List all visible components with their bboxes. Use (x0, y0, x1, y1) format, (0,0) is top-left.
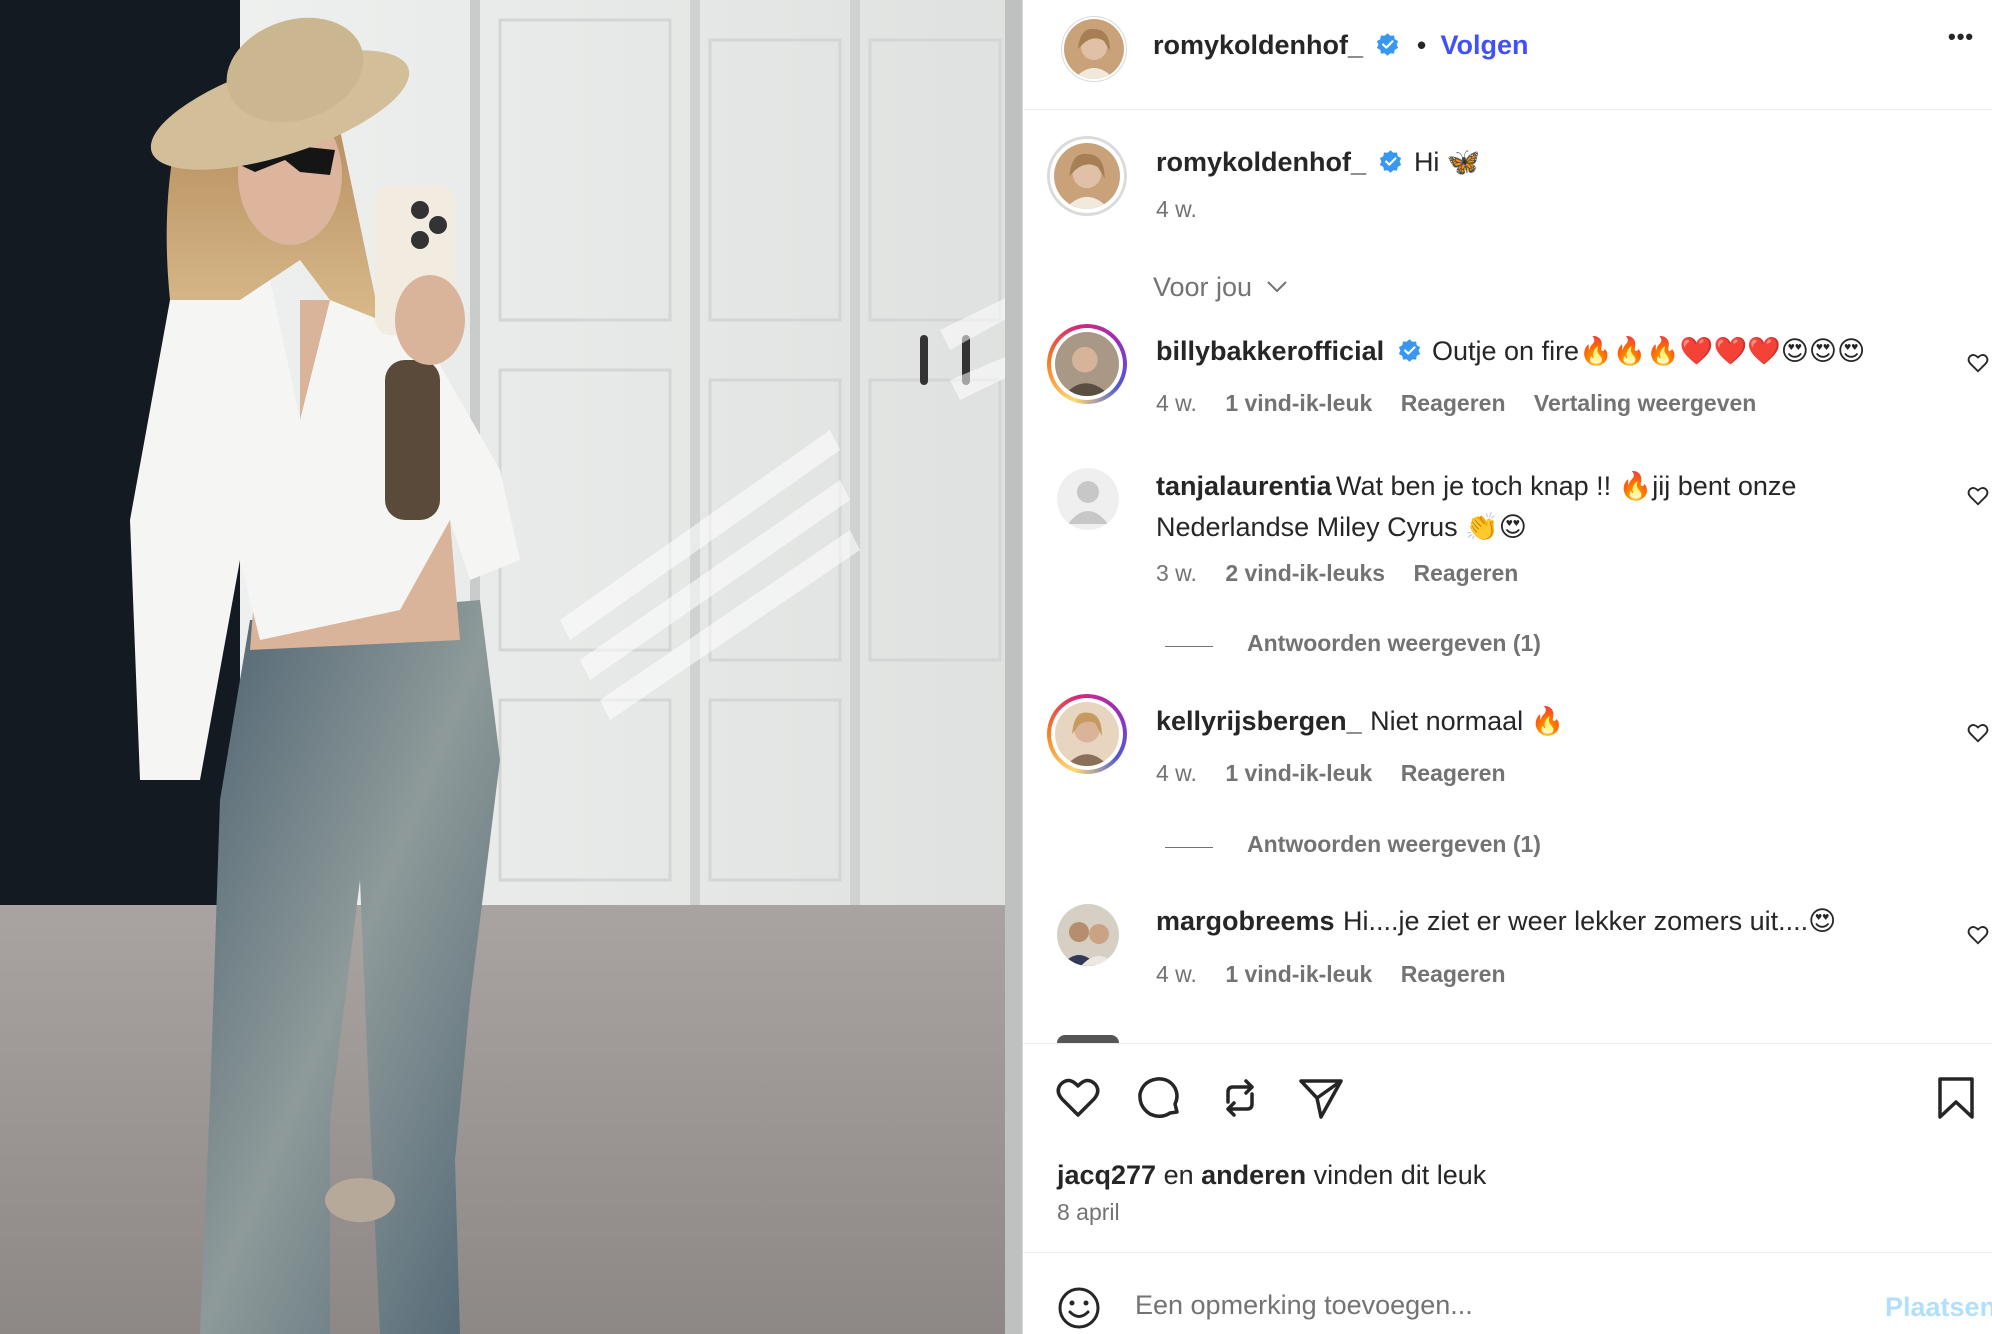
comment-like-icon[interactable] (1967, 352, 1989, 374)
comment-time: 4 w. (1156, 961, 1197, 987)
reply-line (1165, 847, 1213, 849)
reply-button[interactable]: Reageren (1401, 390, 1506, 416)
comment-like-icon[interactable] (1967, 485, 1989, 507)
comment-likes[interactable]: 1 vind-ik-leuk (1225, 390, 1372, 416)
caption-text: Hi 🦋 (1413, 147, 1481, 177)
post-image (0, 0, 1022, 1334)
post-header: romykoldenhof_ • Volgen ••• (1023, 0, 1992, 110)
comment-likes[interactable]: 2 vind-ik-leuks (1225, 560, 1385, 586)
comment-text: Hi....je ziet er weer lekker zomers uit.… (1343, 906, 1837, 936)
chevron-down-icon (1266, 281, 1287, 293)
verified-badge-icon (1398, 339, 1420, 362)
comment-divider (1023, 1252, 1992, 1253)
post-panel: romykoldenhof_ • Volgen ••• romykoldenho… (1022, 0, 1992, 1334)
view-replies-label: Antwoorden weergeven (1) (1247, 630, 1541, 656)
comment-username[interactable]: tanjalaurentia (1156, 471, 1332, 501)
comment-text: Wat ben je toch knap !! 🔥jij bent onze (1336, 471, 1797, 501)
comment-input[interactable] (1135, 1285, 1785, 1325)
more-options-icon[interactable]: ••• (1948, 24, 1974, 50)
repost-icon[interactable] (1216, 1074, 1264, 1122)
comment-time: 4 w. (1156, 390, 1197, 416)
reply-button[interactable]: Reageren (1413, 560, 1518, 586)
comment-icon[interactable] (1135, 1074, 1183, 1122)
verified-badge-icon (1377, 33, 1399, 56)
commenter-avatar[interactable] (1057, 904, 1119, 966)
author-username[interactable]: romykoldenhof_ (1153, 30, 1363, 60)
comment-like-icon[interactable] (1967, 722, 1989, 744)
caption-avatar[interactable] (1047, 136, 1127, 216)
view-replies-button[interactable]: Antwoorden weergeven (1) (1165, 831, 1541, 858)
author-avatar[interactable] (1061, 16, 1127, 82)
comment-item: margobreems Hi....je ziet er weer lekker… (1156, 906, 1836, 937)
verified-badge-icon (1380, 150, 1402, 173)
caption-time: 4 w. (1156, 196, 1197, 222)
likes-text-2: vinden dit leuk (1306, 1160, 1487, 1190)
commenter-avatar[interactable] (1047, 324, 1127, 404)
comment-likes[interactable]: 1 vind-ik-leuk (1225, 760, 1372, 786)
likes-others-link[interactable]: anderen (1201, 1160, 1306, 1190)
comment-item: tanjalaurentia Wat ben je toch knap !! 🔥… (1156, 468, 1856, 550)
sort-label: Voor jou (1153, 272, 1253, 302)
reply-button[interactable]: Reageren (1401, 760, 1506, 786)
view-replies-button[interactable]: Antwoorden weergeven (1) (1165, 630, 1541, 657)
comment-sort-dropdown[interactable]: Voor jou (1153, 272, 1288, 303)
liker-username[interactable]: jacq277 (1057, 1160, 1156, 1190)
header-separator: • (1416, 30, 1427, 60)
caption-username[interactable]: romykoldenhof_ (1156, 147, 1366, 177)
comment-text: Outje on fire🔥🔥🔥❤️❤️❤️😍😍😍 (1432, 336, 1866, 366)
translate-button[interactable]: Vertaling weergeven (1534, 390, 1756, 416)
actions-divider (1023, 1043, 1992, 1044)
follow-button[interactable]: Volgen (1441, 30, 1529, 60)
likes-summary: jacq277 en anderen vinden dit leuk (1057, 1160, 1486, 1191)
comment-text: Niet normaal 🔥 (1370, 706, 1565, 736)
post-photo[interactable] (0, 0, 1022, 1334)
comment-item: kellyrijsbergen_ Niet normaal 🔥 (1156, 705, 1564, 737)
commenter-avatar[interactable] (1047, 694, 1127, 774)
comment-username[interactable]: margobreems (1156, 906, 1335, 936)
emoji-icon[interactable] (1057, 1286, 1101, 1330)
bookmark-icon[interactable] (1932, 1074, 1980, 1122)
likes-text-1: en (1156, 1160, 1202, 1190)
comment-text-continued: Nederlandse Miley Cyrus 👏😍 (1156, 512, 1527, 542)
reply-button[interactable]: Reageren (1401, 961, 1506, 987)
caption: romykoldenhof_ Hi 🦋 (1156, 146, 1481, 178)
comment-username[interactable]: kellyrijsbergen_ (1156, 706, 1362, 736)
next-comment-avatar (1057, 1035, 1119, 1043)
heart-icon[interactable] (1054, 1074, 1102, 1122)
reply-line (1165, 646, 1213, 648)
view-replies-label: Antwoorden weergeven (1) (1247, 831, 1541, 857)
post-comment-button[interactable]: Plaatsen (1885, 1292, 1992, 1323)
comment-like-icon[interactable] (1967, 924, 1989, 946)
comment-time: 3 w. (1156, 560, 1197, 586)
comment-username[interactable]: billybakkerofficial (1156, 336, 1384, 366)
comment-likes[interactable]: 1 vind-ik-leuk (1225, 961, 1372, 987)
send-icon[interactable] (1297, 1074, 1345, 1122)
comment-time: 4 w. (1156, 760, 1197, 786)
comment-item: billybakkerofficial Outje on fire🔥🔥🔥❤️❤️… (1156, 335, 1865, 367)
post-date[interactable]: 8 april (1057, 1199, 1120, 1226)
default-avatar-icon[interactable] (1057, 468, 1119, 530)
